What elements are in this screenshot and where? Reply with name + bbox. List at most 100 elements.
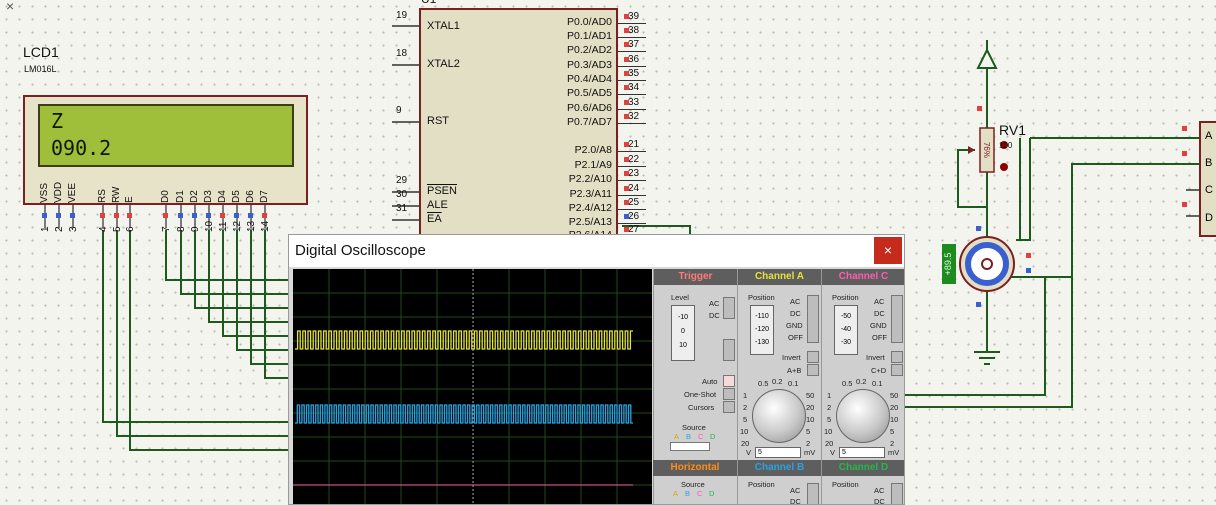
lcd-pin-number: 13 [246, 220, 257, 232]
channel-c-coupling-switch[interactable] [891, 295, 903, 343]
mcu-pin-stub [618, 66, 646, 67]
trigger-coupling-switch[interactable] [723, 297, 735, 319]
mcu-pin-label: PSEN [427, 185, 457, 197]
channel-a-position-knob[interactable]: -110 -120 -130 [750, 305, 774, 355]
oscilloscope-window[interactable]: Digital Oscilloscope × Trigger Level -10… [288, 234, 905, 505]
channel-d-coupling-switch[interactable] [891, 483, 903, 504]
connector-pin-d: D [1205, 212, 1213, 224]
channel-c-math-button[interactable] [891, 364, 903, 376]
channel-c-volts-value: 5 [839, 447, 885, 458]
trigger-cursors-button[interactable] [723, 401, 735, 413]
lcd-pin-label: D1 [175, 190, 186, 203]
mcu-pin-state [624, 142, 629, 147]
horizontal-header: Horizontal [653, 460, 737, 476]
trigger-source-slider[interactable] [670, 442, 710, 451]
motor-speed: +89.5 [943, 253, 953, 276]
mcu-pin-label: P2.1/A9 [574, 159, 612, 171]
channel-c-volts-dial[interactable] [836, 389, 890, 443]
connector-pin-c: C [1205, 184, 1213, 196]
rv1-percent: 76% [982, 142, 991, 158]
trace-channel-b [295, 404, 633, 424]
trigger-auto-label: Auto [702, 377, 718, 386]
lcd-pin-number: 9 [190, 226, 201, 232]
rv1-value: 100 [999, 141, 1013, 150]
mcu-pin-label: P2.5/A13 [568, 216, 612, 228]
mcu-pin-stub [618, 23, 646, 24]
lcd-pin-number: 7 [161, 226, 172, 232]
scope-traces [293, 269, 652, 504]
close-button[interactable]: × [874, 237, 902, 264]
mcu-pin-label: XTAL1 [427, 20, 460, 32]
channel-a-position-label: Position [748, 293, 775, 302]
mcu-pin-stub [618, 37, 646, 38]
mcu-pin-label: P2.3/A11 [569, 188, 612, 200]
lcd-pin-number: 6 [125, 226, 136, 232]
channel-a-panel: Channel A Position -110 -120 -130 AC DC … [737, 269, 821, 504]
channel-c-panel: Channel C Position -50 -40 -30 AC DC GND… [821, 269, 904, 504]
mcu-pin-stub [618, 180, 646, 181]
mcu-pin-label: ALE [427, 199, 448, 211]
mcu-pin-number: 38 [628, 25, 640, 36]
trigger-source-label: Source [682, 423, 706, 432]
mcu-pin-state [624, 171, 629, 176]
oscilloscope-titlebar[interactable]: Digital Oscilloscope × [289, 235, 904, 267]
mcu-pin-number: 9 [396, 105, 402, 116]
mcu-pin-number: 18 [396, 48, 408, 59]
mcu-pin-number: 35 [628, 68, 640, 79]
mcu-pin-label: P0.3/AD3 [567, 59, 612, 71]
lcd-pin-label: D5 [231, 190, 242, 203]
horizontal-source-label: Source [681, 480, 705, 489]
trigger-oneshot-button[interactable] [723, 388, 735, 400]
mcu-pin-number: 25 [628, 197, 640, 208]
lcd-pin-label: D3 [203, 190, 214, 203]
lcd-pin-number: 4 [98, 226, 109, 232]
channel-b-coupling-switch[interactable] [807, 483, 819, 504]
connector-pin-a: A [1205, 130, 1213, 142]
mcu-pin-state [624, 214, 629, 219]
channel-c-math-label: C+D [871, 366, 887, 375]
lcd-pin-number: 2 [54, 226, 65, 232]
channel-b-position-label: Position [748, 480, 775, 489]
mcu-pin-number: 22 [628, 154, 640, 165]
channel-a-invert-button[interactable] [807, 351, 819, 363]
scope-screen[interactable] [293, 269, 652, 504]
mcu-pin-stub [618, 80, 646, 81]
trigger-edge-switch[interactable] [723, 339, 735, 361]
mcu-pin-stub [618, 109, 646, 110]
trigger-ac-label: AC [709, 299, 720, 308]
mcu-pin-label: P0.0/AD0 [567, 16, 612, 28]
lcd-pin-number: 8 [176, 226, 187, 232]
lcd-pin-number: 14 [260, 220, 271, 232]
trigger-oneshot-label: One-Shot [684, 390, 717, 399]
lcd-pin-label: VSS [39, 182, 50, 203]
mcu-pin-stub [618, 166, 646, 167]
trigger-level-knob[interactable]: -10 0 10 [671, 305, 695, 361]
channel-d-position-label: Position [832, 480, 859, 489]
channel-a-volts-dial[interactable] [752, 389, 806, 443]
lcd-pin-label: VEE [67, 182, 78, 203]
channel-a-math-button[interactable] [807, 364, 819, 376]
mcu-pin-label: EA [427, 213, 442, 225]
lcd-pin-label: D6 [245, 190, 256, 203]
mcu-pin-state [624, 227, 629, 232]
mcu-pin-stub [618, 51, 646, 52]
lcd-screen: Z 090.2 [38, 104, 294, 167]
mcu-pin-state [624, 85, 629, 90]
mcu-pin-label: P2.2/A10 [568, 173, 612, 185]
channel-d-header: Channel D [822, 460, 904, 476]
channel-c-invert-button[interactable] [891, 351, 903, 363]
channel-a-coupling-switch[interactable] [807, 295, 819, 343]
rv1-ref: RV1 [999, 122, 1026, 138]
mcu-pin-state [624, 42, 629, 47]
channel-c-invert-label: Invert [866, 353, 885, 362]
mcu-pin-stub [618, 94, 646, 95]
channel-a-volts-value: 5 [755, 447, 801, 458]
trigger-dc-label: DC [709, 311, 720, 320]
lcd-pin-label: D7 [259, 190, 270, 203]
mcu-pin-number: 21 [628, 139, 640, 150]
channel-c-position-knob[interactable]: -50 -40 -30 [834, 305, 858, 355]
trigger-auto-button[interactable] [723, 375, 735, 387]
mcu-pin-label: RST [427, 115, 449, 127]
mcu-pin-label: P0.4/AD4 [567, 73, 612, 85]
lcd-pin-label: D2 [189, 190, 200, 203]
